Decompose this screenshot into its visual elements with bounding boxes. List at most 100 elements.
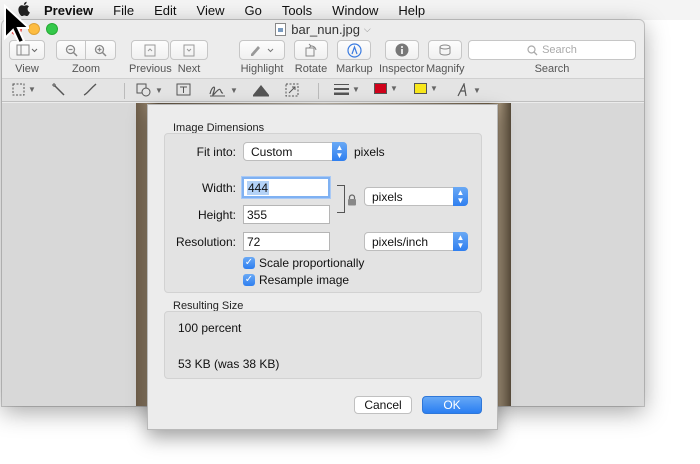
menu-view[interactable]: View bbox=[197, 3, 225, 18]
line-style-icon bbox=[334, 84, 349, 95]
previous-group: Previous bbox=[129, 40, 172, 75]
previous-page-icon bbox=[144, 44, 156, 56]
adjust-size-dialog: Image Dimensions Fit into: Custom ▲ ▼ pix… bbox=[147, 104, 498, 430]
checkmark-icon: ✓ bbox=[243, 257, 255, 269]
resolution-unit-popup[interactable]: pixels/inch ▲ ▼ bbox=[364, 232, 468, 251]
search-placeholder: Search bbox=[542, 44, 577, 56]
markup-toolbar: ▼ ▼ ▼ ▼ ▼ ▼ ▼ bbox=[2, 78, 644, 102]
inspector-button[interactable] bbox=[384, 40, 419, 60]
scale-proportionally-checkbox[interactable]: ✓ Scale proportionally bbox=[243, 256, 364, 270]
rotate-icon bbox=[305, 43, 317, 57]
highlight-group: Highlight bbox=[239, 40, 285, 75]
previous-label: Previous bbox=[129, 63, 172, 75]
magnify-button[interactable] bbox=[428, 40, 463, 60]
title-chevron-icon[interactable]: ⌵ bbox=[364, 24, 371, 35]
search-input[interactable]: Search bbox=[468, 40, 636, 60]
markup-label: Markup bbox=[336, 63, 373, 75]
resample-image-checkbox[interactable]: ✓ Resample image bbox=[243, 273, 349, 287]
markup-separator bbox=[124, 83, 125, 99]
result-percent: 100 percent bbox=[178, 321, 242, 335]
next-button[interactable] bbox=[170, 40, 208, 60]
zoom-out-button[interactable] bbox=[56, 40, 86, 60]
zoom-out-icon bbox=[65, 44, 78, 57]
rectangular-selection-icon bbox=[12, 83, 25, 96]
size-unit-value: pixels bbox=[372, 189, 403, 204]
magic-wand-icon bbox=[52, 83, 65, 96]
search-label: Search bbox=[534, 63, 570, 75]
width-label: Width: bbox=[201, 181, 236, 195]
menu-preview[interactable]: Preview bbox=[44, 3, 93, 18]
markup-icon bbox=[347, 42, 362, 58]
height-field[interactable]: 355 bbox=[243, 205, 330, 224]
zoom-in-icon bbox=[94, 44, 107, 57]
highlight-button[interactable] bbox=[239, 40, 285, 60]
sketch-tool-button[interactable] bbox=[82, 83, 98, 97]
sketch-pen-icon bbox=[83, 83, 97, 96]
window-title: bar_nun.jpg bbox=[291, 21, 360, 37]
lock-icon[interactable] bbox=[347, 194, 357, 209]
width-field[interactable]: 444 bbox=[242, 177, 330, 198]
info-icon bbox=[395, 43, 409, 57]
text-box-icon bbox=[176, 83, 191, 96]
resolution-value: 72 bbox=[247, 234, 261, 249]
next-group: Next bbox=[170, 40, 208, 75]
resample-image-label: Resample image bbox=[259, 273, 350, 287]
size-unit-popup[interactable]: pixels ▲ ▼ bbox=[364, 187, 468, 206]
fill-color-button[interactable]: ▼ bbox=[414, 83, 438, 94]
rotate-group: Rotate bbox=[294, 40, 328, 75]
signature-icon bbox=[209, 86, 225, 97]
cancel-button[interactable]: Cancel bbox=[354, 396, 412, 414]
mouse-pointer-icon bbox=[3, 3, 32, 47]
border-color-button[interactable]: ▼ bbox=[374, 83, 398, 94]
highlight-label: Highlight bbox=[240, 63, 284, 75]
fill-color-swatch bbox=[414, 83, 427, 94]
inspector-group: Inspector bbox=[379, 40, 424, 75]
highlighter-icon bbox=[251, 46, 274, 56]
border-color-swatch bbox=[374, 83, 387, 94]
adjust-size-icon bbox=[285, 83, 299, 97]
text-tool-button[interactable] bbox=[176, 83, 191, 96]
adjust-color-button[interactable] bbox=[252, 83, 270, 97]
scale-proportionally-label: Scale proportionally bbox=[259, 256, 365, 270]
zoom-group: Zoom bbox=[56, 40, 116, 75]
width-value: 444 bbox=[247, 180, 270, 195]
result-file-size: 53 KB (was 38 KB) bbox=[178, 357, 280, 371]
view-label: View bbox=[15, 63, 39, 75]
text-style-button[interactable]: ▼ bbox=[456, 83, 481, 97]
fit-into-value: Custom bbox=[251, 144, 293, 159]
previous-button[interactable] bbox=[131, 40, 170, 60]
search-group: Search Search bbox=[468, 40, 636, 75]
popup-arrows-icon: ▲ ▼ bbox=[332, 142, 347, 161]
markup-group: Markup bbox=[336, 40, 373, 75]
inspector-label: Inspector bbox=[379, 63, 425, 75]
instant-alpha-button[interactable] bbox=[52, 83, 66, 97]
shapes-button[interactable]: ▼ bbox=[136, 83, 163, 97]
shapes-icon bbox=[136, 83, 151, 97]
zoom-in-button[interactable] bbox=[86, 40, 116, 60]
fit-into-popup[interactable]: Custom ▲ ▼ bbox=[243, 142, 347, 161]
toolbar: View Zoom Previous Next Highlight Rotate… bbox=[2, 38, 644, 75]
resolution-field[interactable]: 72 bbox=[243, 232, 330, 251]
rotate-label: Rotate bbox=[294, 63, 328, 75]
resolution-label: Resolution: bbox=[175, 235, 236, 249]
selection-tool-button[interactable]: ▼ bbox=[12, 83, 36, 96]
rotate-button[interactable] bbox=[294, 40, 328, 60]
adjust-size-button[interactable] bbox=[285, 83, 299, 97]
checkmark-icon: ✓ bbox=[243, 274, 255, 286]
fit-into-unit-label: pixels bbox=[354, 145, 385, 159]
ok-button[interactable]: OK bbox=[422, 396, 482, 414]
markup-separator bbox=[318, 83, 319, 99]
shape-style-button[interactable]: ▼ bbox=[334, 83, 360, 95]
markup-button[interactable] bbox=[337, 40, 372, 60]
menu-edit[interactable]: Edit bbox=[154, 3, 176, 18]
menu-bar: Preview File Edit View Go Tools Window H… bbox=[0, 0, 700, 20]
menu-go[interactable]: Go bbox=[244, 3, 261, 18]
magnify-group: Magnify bbox=[426, 40, 465, 75]
menu-window[interactable]: Window bbox=[332, 3, 378, 18]
menu-tools[interactable]: Tools bbox=[282, 3, 312, 18]
zoom-label: Zoom bbox=[71, 63, 101, 75]
sign-button[interactable]: ▼ bbox=[209, 83, 238, 97]
text-style-icon bbox=[457, 83, 467, 97]
menu-file[interactable]: File bbox=[113, 3, 134, 18]
menu-help[interactable]: Help bbox=[398, 3, 425, 18]
